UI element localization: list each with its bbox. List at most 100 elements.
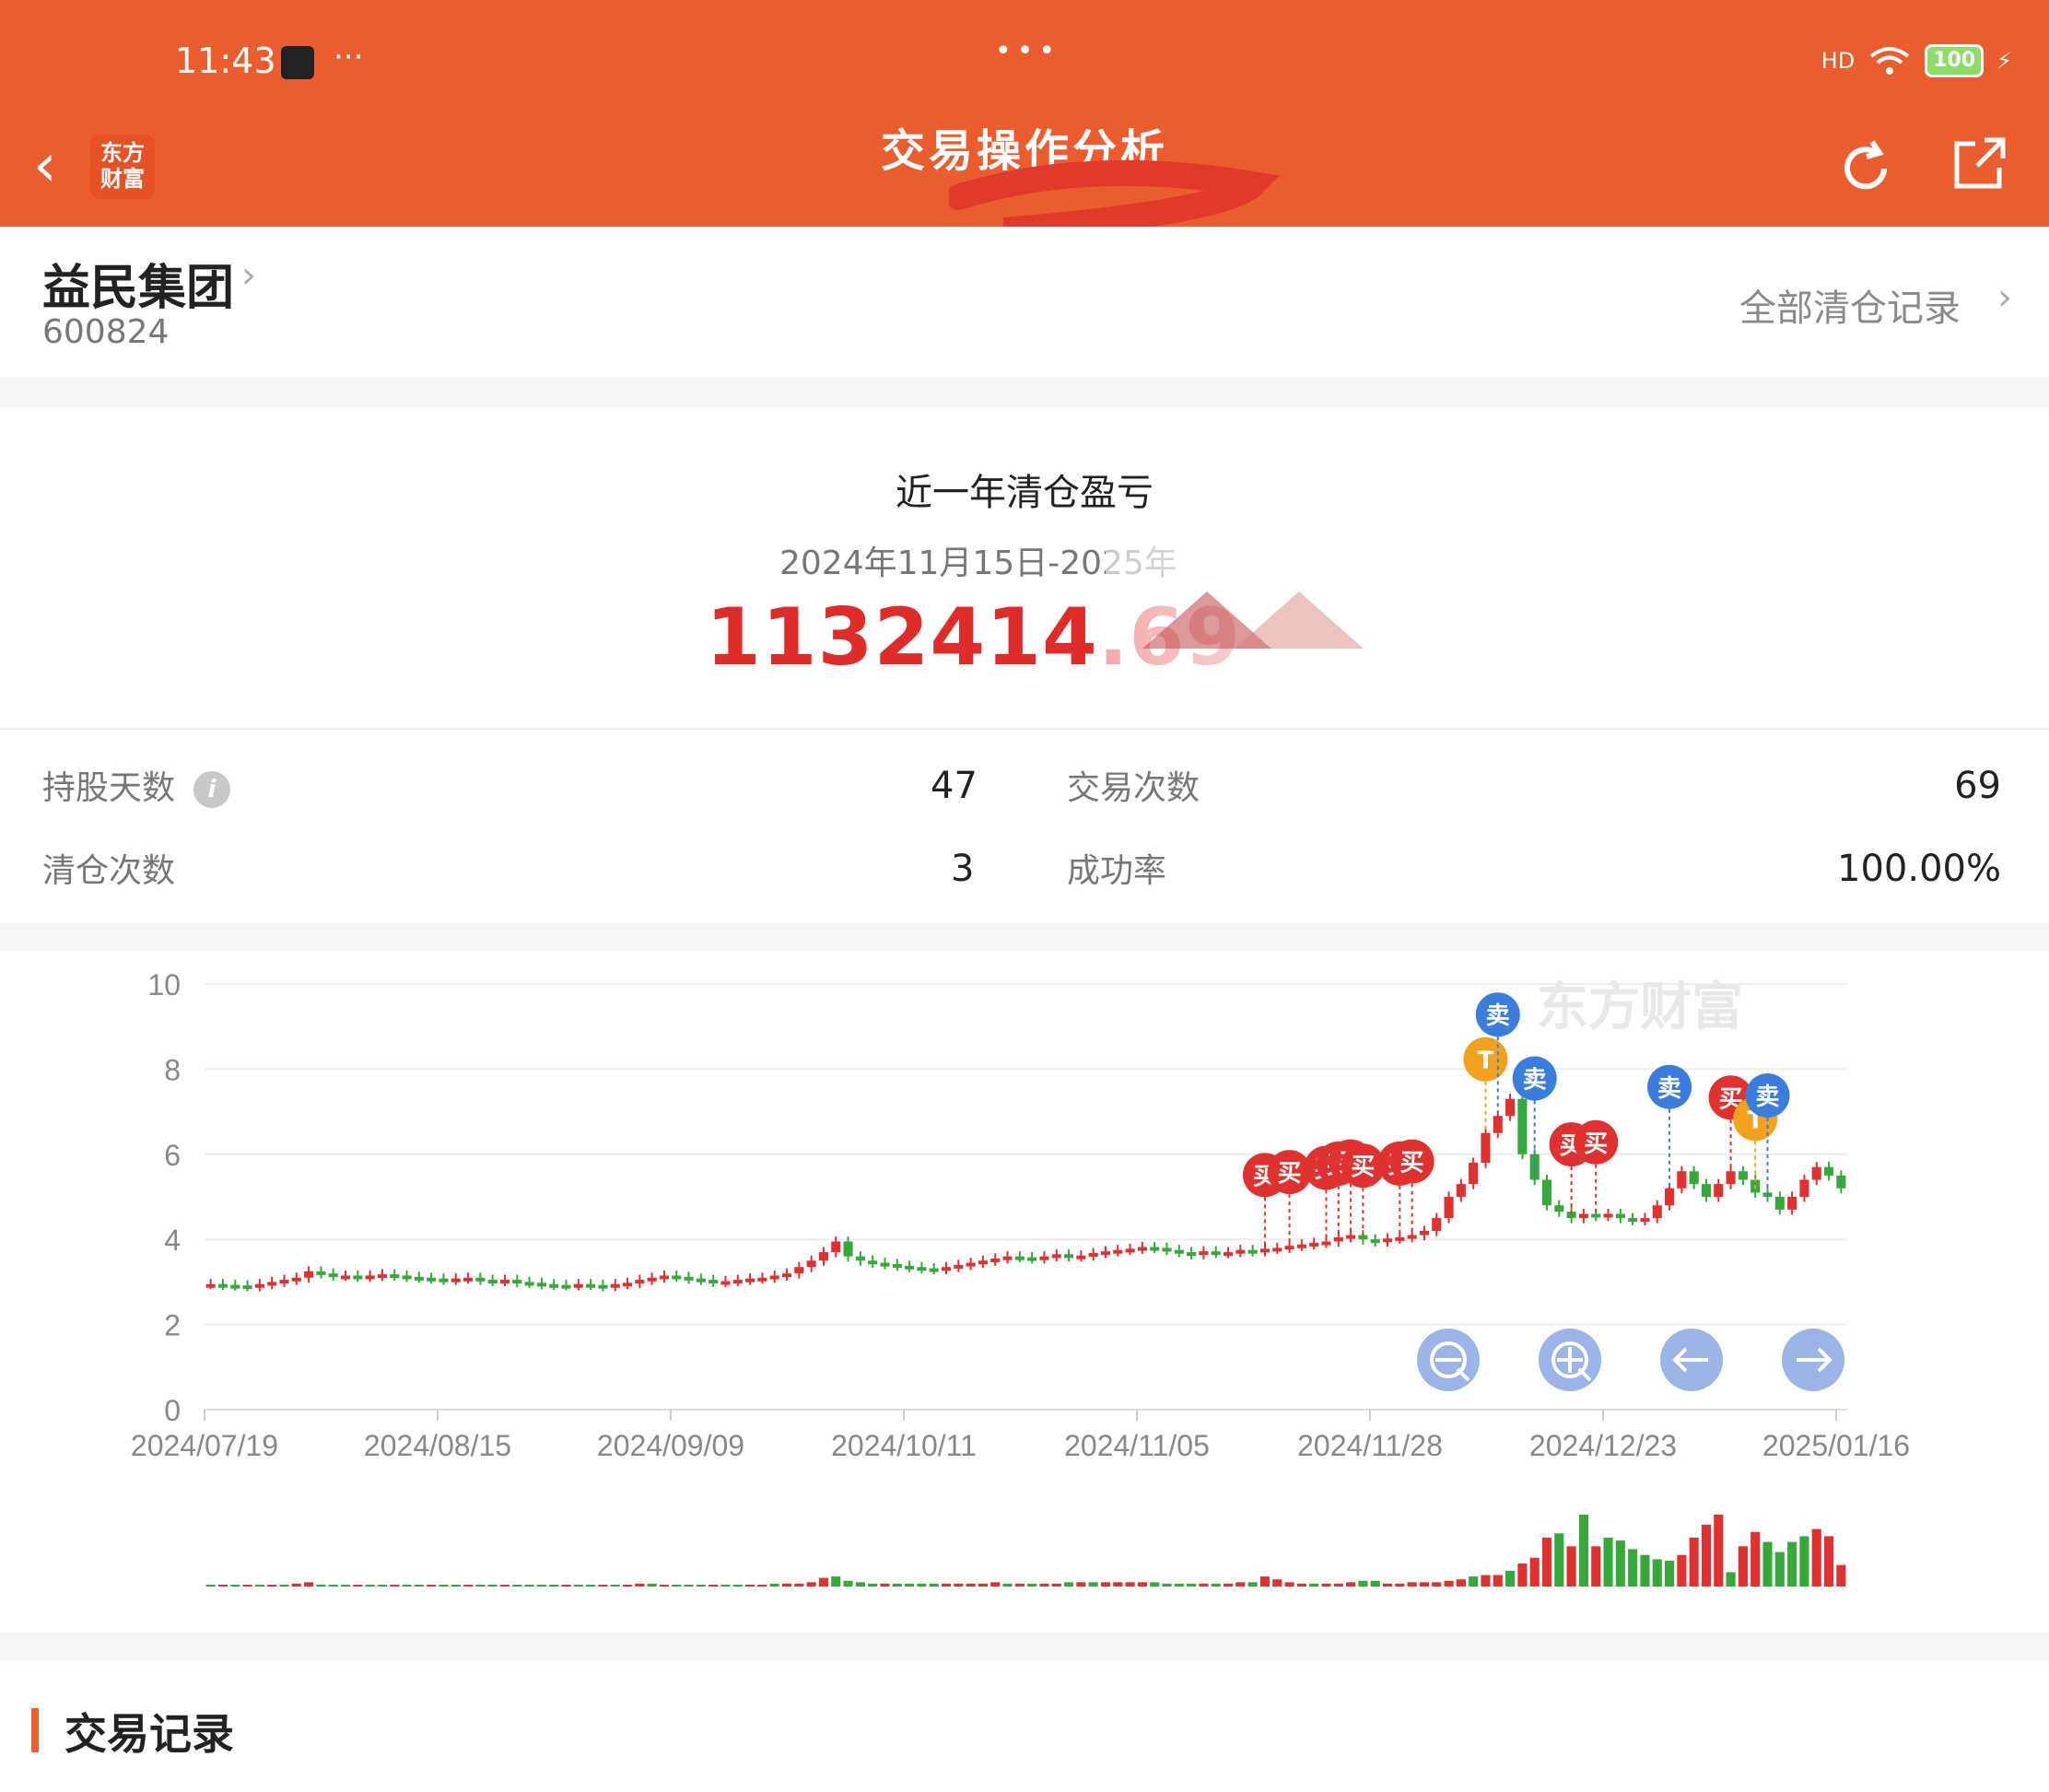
candle-body: [905, 1265, 915, 1270]
pan-left-icon[interactable]: [1660, 1329, 1723, 1391]
volume-bar: [1174, 1583, 1184, 1587]
volume-bar: [1554, 1533, 1564, 1587]
stock-name[interactable]: 益民集团: [42, 249, 234, 318]
candle-body: [1689, 1171, 1699, 1185]
volume-bar: [451, 1585, 461, 1587]
volume-bar: [549, 1585, 559, 1587]
volume-bar: [1370, 1580, 1380, 1587]
volume-bar: [439, 1585, 449, 1587]
trade-marker-label: 买: [1278, 1160, 1302, 1188]
volume-bar: [1272, 1579, 1282, 1587]
volume-bar: [1284, 1582, 1294, 1587]
volume-bar: [328, 1585, 338, 1587]
candle-body: [1125, 1248, 1135, 1253]
candle-body: [1407, 1235, 1417, 1239]
candle-body: [328, 1273, 338, 1278]
candle-body: [1493, 1116, 1503, 1133]
candle-body: [427, 1277, 437, 1282]
candle-body: [1272, 1247, 1282, 1252]
volume-bar: [390, 1585, 400, 1587]
status-time: 11:43: [175, 41, 276, 81]
candle-body: [1738, 1171, 1748, 1180]
candle-body: [1615, 1213, 1625, 1219]
trade-marker-label: 买: [1584, 1130, 1608, 1158]
candle-body: [892, 1263, 902, 1268]
volume-bar: [377, 1585, 387, 1587]
candle-body: [708, 1280, 719, 1284]
zoom-out-icon[interactable]: [1417, 1329, 1480, 1391]
volume-bar: [745, 1585, 755, 1587]
volume-bar: [536, 1585, 546, 1587]
trade-marker-label: 卖: [1756, 1083, 1780, 1111]
volume-bar: [1162, 1583, 1172, 1587]
success-rate-value: 100.00%: [1837, 848, 2001, 890]
volume-bar: [880, 1583, 890, 1587]
volume-bar: [1652, 1559, 1662, 1587]
volume-bar: [818, 1577, 829, 1587]
trade-marker-label: 卖: [1657, 1075, 1681, 1103]
candle-body: [414, 1276, 424, 1281]
candle-body: [1578, 1213, 1588, 1219]
refresh-icon[interactable]: [1833, 136, 1898, 201]
volume-bar: [1125, 1582, 1135, 1587]
volume-bar: [217, 1585, 228, 1587]
volume-bar: [598, 1585, 608, 1587]
candle-body: [1444, 1197, 1454, 1219]
volume-bar: [1296, 1583, 1306, 1587]
candle-body: [1174, 1249, 1184, 1254]
candle-body: [512, 1280, 522, 1284]
candle-body: [1628, 1218, 1638, 1223]
volume-bar: [365, 1585, 375, 1587]
candle-body: [610, 1283, 620, 1288]
candle-body: [586, 1283, 596, 1288]
volume-bar: [586, 1585, 596, 1587]
section-accent-bar: [31, 1708, 39, 1752]
share-icon[interactable]: [1953, 136, 2007, 190]
volume-bar: [1211, 1583, 1221, 1587]
volume-bar: [1481, 1575, 1491, 1587]
window-handle[interactable]: •••: [995, 35, 1060, 67]
wifi-icon: [1869, 47, 1910, 75]
info-icon[interactable]: i: [193, 771, 231, 808]
candle-body: [1014, 1256, 1024, 1260]
trade-chart-card[interactable]: 0 2 4 6 8 10 2024/07/19 2024/08/15 2024/09/09 202…: [0, 951, 2049, 1633]
candle-body: [1395, 1236, 1405, 1241]
volume-bar: [905, 1583, 915, 1587]
volume-bar: [1444, 1580, 1454, 1587]
volume-bar: [1615, 1540, 1625, 1587]
volume-bar: [230, 1585, 240, 1587]
volume-bar: [1051, 1583, 1061, 1587]
volume-bar: [954, 1583, 964, 1587]
candle-body: [1419, 1230, 1430, 1236]
volume-bar: [1689, 1537, 1699, 1587]
candle-body: [1187, 1252, 1197, 1257]
candle-body: [1247, 1249, 1258, 1254]
candle-body: [720, 1281, 731, 1285]
volume-bar: [720, 1585, 731, 1587]
candle-body: [1505, 1098, 1516, 1117]
volume-bar: [917, 1583, 927, 1587]
volume-bar: [1382, 1583, 1393, 1587]
volume-bar: [316, 1585, 326, 1587]
divider: [0, 728, 2049, 730]
candle-body: [1591, 1213, 1601, 1218]
all-clear-records-link[interactable]: 全部清仓记录: [1739, 278, 1961, 332]
price-chart[interactable]: 0 2 4 6 8 10 2024/07/19 2024/08/15 2024/09/09 202…: [0, 951, 2049, 1633]
holding-days-value: 47: [931, 765, 978, 807]
volume-bar: [1088, 1582, 1098, 1587]
zoom-in-icon[interactable]: [1539, 1329, 1601, 1391]
volume-bar: [1738, 1546, 1748, 1587]
volume-bar: [1187, 1583, 1197, 1587]
volume-bar: [990, 1582, 1001, 1587]
volume-bar: [1223, 1583, 1234, 1587]
candle-body: [1223, 1252, 1234, 1257]
pan-right-icon[interactable]: [1782, 1329, 1844, 1391]
candle-body: [1259, 1248, 1270, 1253]
volume-bar: [561, 1585, 571, 1587]
candle-body: [1787, 1197, 1797, 1210]
candle-body: [254, 1283, 264, 1288]
stock-info-bar[interactable]: 益民集团 › 600824 全部清仓记录 ›: [0, 227, 2049, 378]
volume-bar: [757, 1585, 767, 1587]
trade-marker-label: 买: [1351, 1154, 1375, 1181]
volume-bar: [1358, 1580, 1368, 1587]
